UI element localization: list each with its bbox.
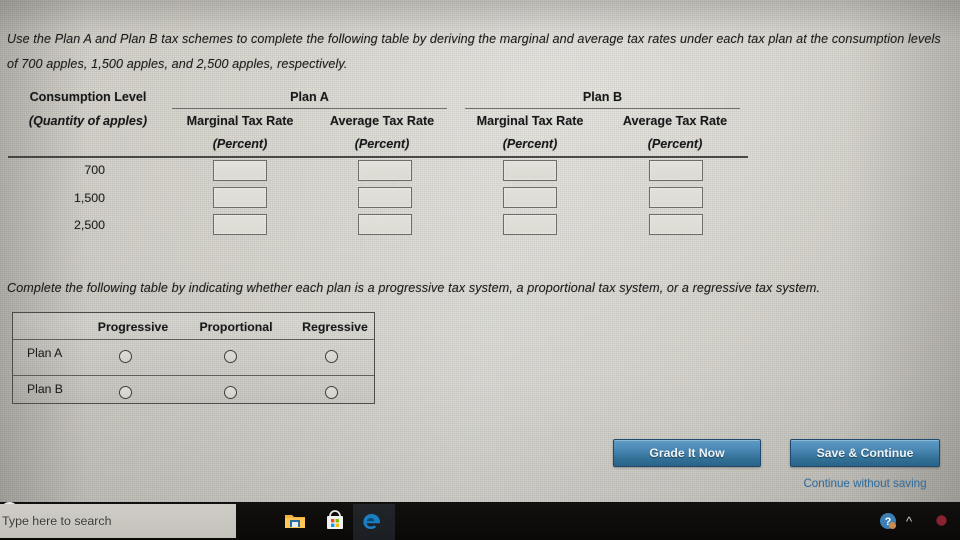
t2-row-label-plan-a: Plan A [27,346,63,360]
header-proportional: Proportional [199,320,273,334]
input-1500-plan-b-marginal[interactable] [503,187,557,208]
table-header-separator [8,156,748,158]
input-2500-plan-a-average[interactable] [358,214,412,235]
header-regressive: Regressive [302,320,368,334]
microsoft-store-icon[interactable] [323,509,347,533]
plan-b-marginal-header: Marginal Tax Rate [476,114,584,128]
plan-a-group-header: Plan A [290,90,329,104]
row-label-2500: 2,500 [73,218,105,232]
help-icon[interactable]: ? [879,512,897,530]
input-700-plan-b-average[interactable] [649,160,703,181]
input-2500-plan-b-marginal[interactable] [503,214,557,235]
radio-plan-b-regressive[interactable] [325,386,338,399]
plan-a-average-header: Average Tax Rate [329,114,435,128]
plan-b-group-header: Plan B [582,90,623,104]
windows-taskbar: Type here to search ? ^ [0,502,960,540]
tax-system-type-table: Progressive Proportional Regressive Plan… [12,312,375,404]
consumption-level-header: Consumption Level [29,90,147,104]
continue-without-saving-link[interactable]: Continue without saving [790,477,940,490]
consumption-level-subheader: (Quantity of apples) [28,114,148,128]
edge-icon[interactable] [360,509,384,533]
plan-a-rule [172,108,447,109]
question-prompt-1: Use the Plan A and Plan B tax schemes to… [7,32,941,71]
radio-plan-a-regressive[interactable] [325,350,338,363]
t2-divider-header [13,339,374,340]
input-1500-plan-b-average[interactable] [649,187,703,208]
question-prompt-2: Complete the following table by indicati… [7,281,821,295]
grade-it-now-button[interactable]: Grade It Now [613,439,761,467]
radio-plan-b-progressive[interactable] [119,386,132,399]
radio-plan-b-proportional[interactable] [224,386,237,399]
plan-b-marginal-unit: (Percent) [502,137,558,151]
row-label-1500: 1,500 [73,191,105,205]
chevron-up-icon[interactable]: ^ [906,514,912,529]
plan-b-average-header: Average Tax Rate [622,114,728,128]
input-700-plan-a-marginal[interactable] [213,160,267,181]
plan-a-marginal-unit: (Percent) [212,137,268,151]
t2-divider-row [13,375,374,376]
radio-plan-a-progressive[interactable] [119,350,132,363]
input-2500-plan-a-marginal[interactable] [213,214,267,235]
tax-rates-table: Consumption Level (Quantity of apples) P… [0,88,780,238]
save-and-continue-button[interactable]: Save & Continue [790,439,940,467]
row-label-700: 700 [84,163,105,177]
radio-plan-a-proportional[interactable] [224,350,237,363]
input-2500-plan-b-average[interactable] [649,214,703,235]
plan-a-average-unit: (Percent) [354,137,410,151]
plan-b-rule [465,108,740,109]
header-progressive: Progressive [97,320,169,334]
t2-row-label-plan-b: Plan B [27,382,63,396]
input-1500-plan-a-marginal[interactable] [213,187,267,208]
plan-a-marginal-header: Marginal Tax Rate [186,114,294,128]
notification-icon[interactable] [935,514,948,527]
search-input[interactable]: Type here to search [0,504,236,538]
screen-photo: Use the Plan A and Plan B tax schemes to… [0,0,960,540]
input-700-plan-b-marginal[interactable] [503,160,557,181]
input-700-plan-a-average[interactable] [358,160,412,181]
file-explorer-icon[interactable] [283,509,307,533]
plan-b-average-unit: (Percent) [647,137,703,151]
input-1500-plan-a-average[interactable] [358,187,412,208]
search-placeholder-label: Type here to search [2,514,112,528]
